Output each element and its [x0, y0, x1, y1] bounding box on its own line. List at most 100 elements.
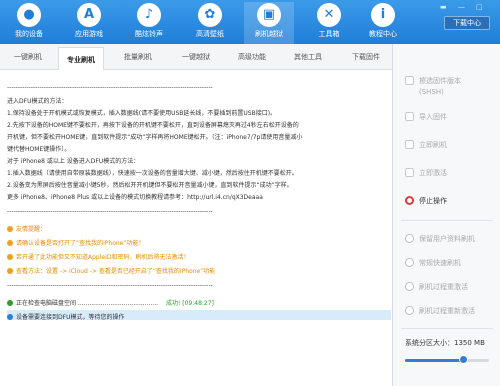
right-control-panel: 擦选固件版本 (SHSH) 导入固件 立即刷机 立即激活 停止操作 保留用户资料…: [392, 44, 500, 386]
minimize-icon[interactable]: —: [458, 3, 465, 11]
tip-text: 若开通了此功能但又不知道AppleID和密码，刷机后将无法激活！: [16, 254, 190, 261]
toolbar-label: 高清壁纸: [196, 30, 224, 38]
log-separator: ----------------------------------------…: [7, 84, 213, 91]
shsh-label: (SHSH): [419, 88, 444, 96]
panel-divider: [401, 220, 493, 221]
option-label: 刷机过程重新激活: [419, 307, 475, 315]
menu-icon[interactable]: ▬: [440, 3, 447, 11]
tip-text: 查看方法：设置 -> iCloud -> 查看是否已经开启了“查找我的iPhon…: [16, 268, 216, 275]
warning-dot-icon: [7, 240, 13, 246]
bell-icon: ♪: [137, 3, 161, 27]
import-firmware-button[interactable]: 导入固件: [405, 112, 447, 122]
radio-icon: [405, 234, 414, 243]
success-dot-icon: [7, 300, 13, 306]
option-label: 导入固件: [419, 113, 447, 121]
toolbar-apps-games[interactable]: A 应用游戏: [64, 2, 114, 44]
tab-other-tools[interactable]: 其他工具: [294, 52, 322, 62]
partition-size-slider[interactable]: [405, 359, 489, 362]
reactivate-radio[interactable]: 刷机过程重激活: [405, 282, 468, 292]
activate-icon: [405, 168, 414, 177]
apple-icon: ●: [17, 3, 41, 27]
option-label: 擦选固件版本: [419, 77, 461, 85]
app-store-icon: A: [77, 3, 101, 27]
option-label: 立即刷机: [419, 141, 447, 149]
status-text: 设备需要连接到DFU模式，等待您的操作: [16, 314, 125, 321]
import-icon: [405, 112, 414, 121]
log-link-line: 更多 iPhone8、iPhone8 Plus 或以上设备的模式切换教程请参考：…: [7, 194, 263, 201]
activate-now-button[interactable]: 立即激活: [405, 168, 447, 178]
warning-dot-icon: [7, 268, 13, 274]
toolbar-tutorials[interactable]: i 教程中心: [358, 2, 408, 44]
function-tabs: 一键刷机 专业刷机 批量刷机 一键越狱 高级功能 其他工具 下载固件: [0, 44, 392, 70]
panel-divider: [401, 328, 493, 329]
wallpaper-icon: ✿: [198, 3, 222, 27]
tip-line: 友情提醒：: [7, 224, 46, 233]
tab-pro-flash[interactable]: 专业刷机: [58, 47, 104, 70]
log-line: 对于 iPhone8 或以上 设备进入DFU模式的方法：: [7, 158, 140, 165]
log-line: 开机键，但不要松开HOME键，直到软件提示“成功”字样再将HOME键松开。（注：…: [7, 134, 303, 141]
status-result: 成功! [09:48:27]: [165, 300, 214, 307]
warning-dot-icon: [7, 254, 13, 260]
toolbar-ringtones[interactable]: ♪ 酷炫铃声: [124, 2, 174, 44]
log-line: 键代替HOME键操作）。: [7, 146, 71, 153]
box-icon: ▣: [257, 3, 281, 27]
tip-text: 请确认设备是否打开了“查找我的iPhone”功能！: [16, 240, 145, 247]
radio-icon: [405, 306, 414, 315]
flash-log: ----------------------------------------…: [7, 74, 391, 374]
tip-line: 若开通了此功能但又不知道AppleID和密码，刷机后将无法激活！: [7, 252, 189, 261]
tip-line: 请确认设备是否打开了“查找我的iPhone”功能！: [7, 238, 144, 247]
info-icon: i: [371, 3, 395, 27]
option-label: 保留用户资料刷机: [419, 235, 475, 243]
tab-advanced[interactable]: 高级功能: [238, 52, 266, 62]
option-label: 立即激活: [419, 169, 447, 177]
normal-flash-radio[interactable]: 常规快速刷机: [405, 258, 461, 268]
maximize-icon[interactable]: □: [476, 3, 483, 11]
option-label: 刷机过程重激活: [419, 283, 468, 291]
stop-operation-button[interactable]: 停止操作: [405, 196, 447, 206]
status-line-disk-check: 正在检查电脑磁盘空间 .............................…: [7, 298, 214, 307]
toolbar-label: 我的设备: [15, 30, 43, 38]
warning-dot-icon: [7, 226, 13, 232]
log-line: 1.保持设备处于开机模式或恢复模式，插入数据线(请不要使用USB延长线，不要插到…: [7, 110, 277, 117]
flash-icon: [405, 140, 414, 149]
tab-batch-flash[interactable]: 批量刷机: [124, 52, 152, 62]
status-line-dfu-wait: 设备需要连接到DFU模式，等待您的操作: [7, 312, 124, 321]
option-label: 停止操作: [419, 197, 447, 205]
keep-data-flash-radio[interactable]: 保留用户资料刷机: [405, 234, 475, 244]
toolbar-toolbox[interactable]: ✕ 工具箱: [304, 2, 354, 44]
log-line: 2.设备变为黑屏后按住音量减小键5秒，然后松开开机键但不要松开音量减小键，直到软…: [7, 182, 293, 189]
toolbar-flash-jailbreak[interactable]: ▣ 刷机越狱: [244, 2, 294, 44]
status-text: 正在检查电脑磁盘空间 .............................…: [16, 300, 159, 307]
select-firmware-version[interactable]: 擦选固件版本: [405, 76, 461, 86]
top-toolbar: ● 我的设备 A 应用游戏 ♪ 酷炫铃声 ✿ 高清壁纸 ▣ 刷机越狱 ✕ 工具箱…: [0, 0, 500, 44]
toolbar-my-device[interactable]: ● 我的设备: [4, 2, 54, 44]
radio-icon: [405, 282, 414, 291]
toolbar-label: 教程中心: [369, 30, 397, 38]
reactivate-process-radio[interactable]: 刷机过程重新激活: [405, 306, 475, 316]
download-center-button[interactable]: 下载中心: [444, 16, 490, 30]
tab-jailbreak[interactable]: 一键越狱: [182, 52, 210, 62]
radio-icon: [405, 258, 414, 267]
stop-icon: [405, 196, 414, 205]
toolbar-label: 酷炫铃声: [135, 30, 163, 38]
option-label: 常规快速刷机: [419, 259, 461, 267]
slider-handle[interactable]: [458, 355, 468, 364]
info-dot-icon: [7, 314, 13, 320]
tip-line: 查看方法：设置 -> iCloud -> 查看是否已经开启了“查找我的iPhon…: [7, 266, 215, 275]
partition-size-label: 系统分区大小：1350 MB: [405, 339, 485, 347]
tab-download-firmware[interactable]: 下载固件: [352, 52, 380, 62]
log-line: 2.先按下设备的HOME键不要松开，再按下设备的开机键不要松开，直到设备屏幕熄灭…: [7, 122, 299, 129]
toolbar-label: 工具箱: [318, 30, 340, 38]
tools-icon: ✕: [317, 3, 341, 27]
firmware-icon: [405, 76, 414, 85]
toolbar-label: 刷机越狱: [255, 30, 283, 38]
flash-now-button[interactable]: 立即刷机: [405, 140, 447, 150]
log-separator: ----------------------------------------…: [7, 282, 213, 289]
log-separator: ----------------------------------------…: [7, 208, 213, 215]
log-line: 进入DFU模式的方法：: [7, 98, 68, 105]
tab-one-click-flash[interactable]: 一键刷机: [14, 52, 42, 62]
toolbar-wallpapers[interactable]: ✿ 高清壁纸: [185, 2, 235, 44]
tip-text: 友情提醒：: [16, 226, 47, 233]
slider-fill: [405, 359, 464, 362]
log-line: 1.插入数据线（请使用自带原装数据线），快速按一次设备的音量增大键、减小键，然后…: [7, 170, 298, 177]
